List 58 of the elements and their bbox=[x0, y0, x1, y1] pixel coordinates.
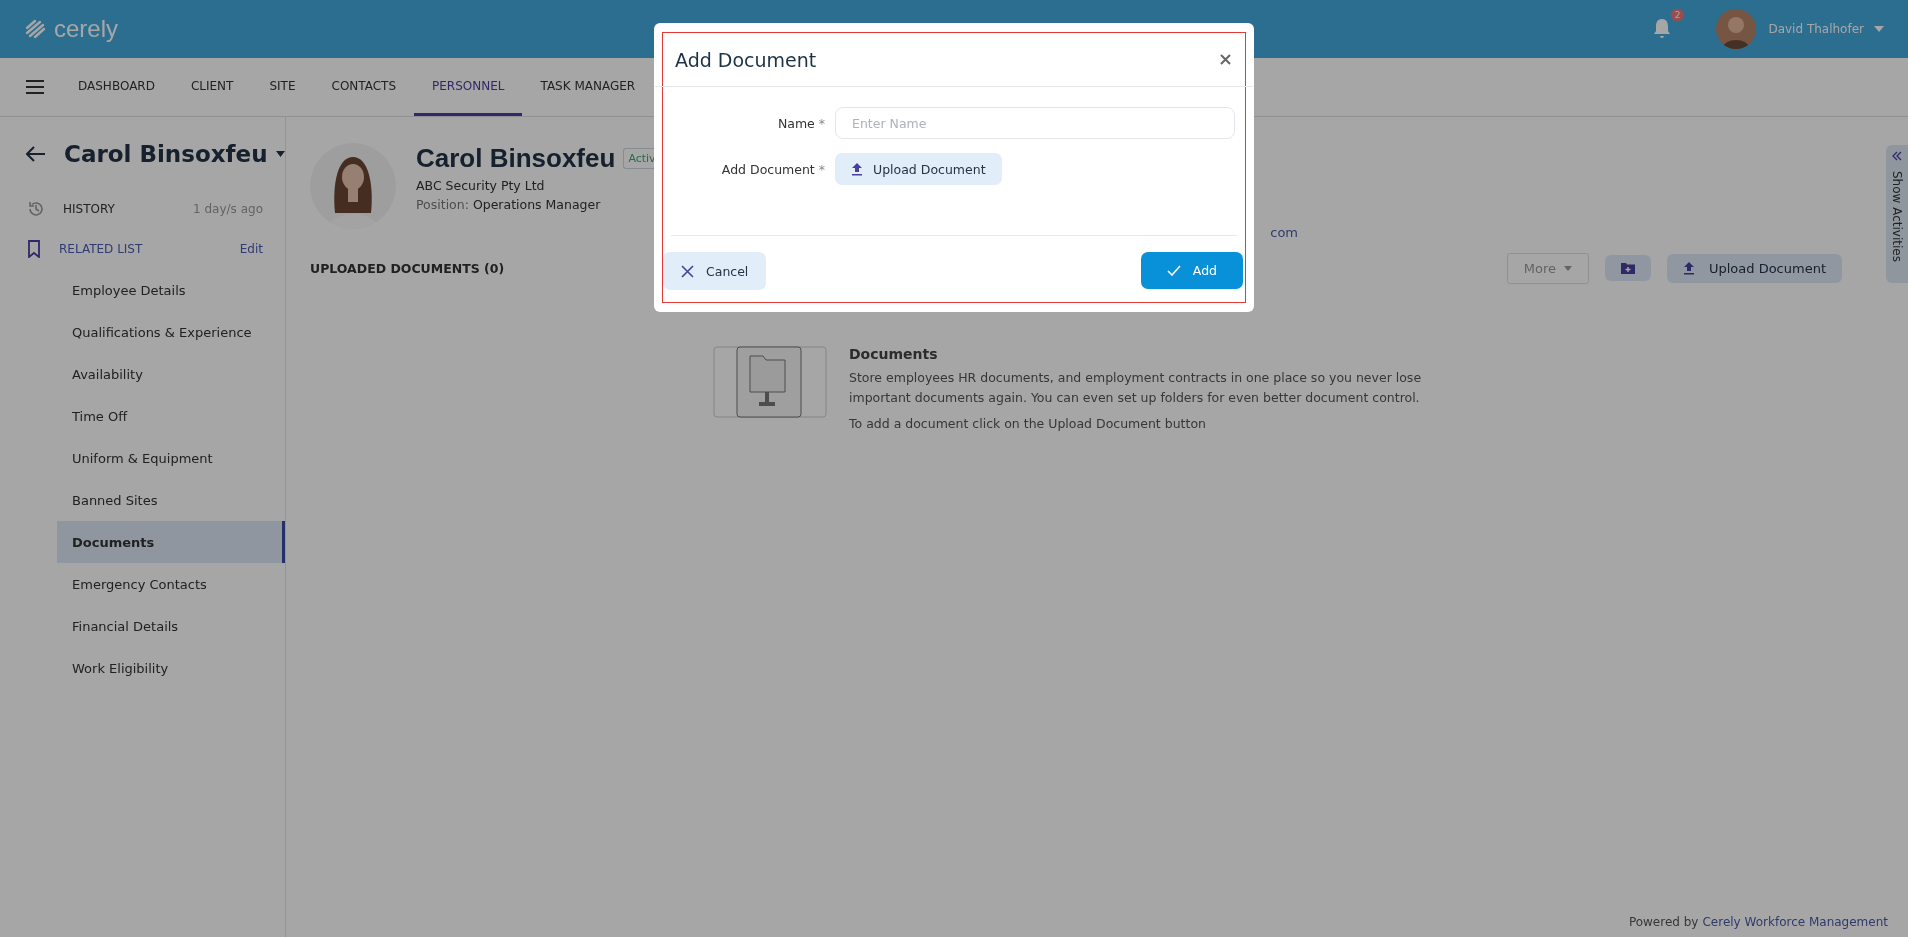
related-list-item[interactable]: Uniform & Equipment bbox=[57, 437, 285, 479]
empty-state-hint: To add a document click on the Upload Document button bbox=[849, 415, 1207, 433]
related-list-item[interactable]: Availability bbox=[57, 353, 285, 395]
footer-link[interactable]: Cerely Workforce Management bbox=[1702, 915, 1888, 929]
back-arrow-icon[interactable] bbox=[26, 146, 46, 162]
nav-tab[interactable]: SITE bbox=[251, 58, 314, 116]
field-label: Name * bbox=[776, 115, 825, 131]
empty-state-description: Store employees HR documents, and employment contracts in one place so you never lose important documents again. You can even set up folders for even better document control. bbox=[849, 369, 1423, 407]
related-list-item[interactable]: Emergency Contacts bbox=[57, 563, 285, 605]
show-activities-label: Show Activities bbox=[1890, 171, 1904, 262]
section-heading: UPLOADED DOCUMENTS (0) bbox=[310, 260, 505, 276]
upload-document-button[interactable]: Upload Document bbox=[1666, 253, 1842, 283]
name-field[interactable]: Enter Name bbox=[835, 107, 1235, 139]
nav-tab[interactable]: CLIENT bbox=[172, 58, 252, 116]
folder-plus-icon bbox=[1620, 262, 1635, 274]
contact-text: com bbox=[1270, 225, 1298, 240]
related-list-item[interactable]: Documents bbox=[57, 521, 285, 563]
related-list-label: RELATED LIST bbox=[59, 242, 144, 256]
related-list-item[interactable]: Time Off bbox=[57, 395, 285, 437]
caret-icon bbox=[1563, 265, 1572, 271]
nav-tab[interactable]: CONTACTS bbox=[313, 58, 415, 116]
upload-icon bbox=[1682, 261, 1695, 275]
logo-icon bbox=[24, 19, 48, 39]
profile-name: Carol Binsoxfeu bbox=[416, 143, 616, 174]
check-icon bbox=[1166, 265, 1181, 276]
related-list-item[interactable]: Financial Details bbox=[57, 605, 285, 647]
field-label: Add Document * bbox=[720, 161, 825, 177]
upload-document-button[interactable]: Upload Document bbox=[835, 153, 1002, 185]
related-list-item[interactable]: Banned Sites bbox=[57, 479, 285, 521]
related-list-item[interactable]: Qualifications & Experience bbox=[57, 311, 285, 353]
add-button[interactable]: Add bbox=[1140, 252, 1243, 289]
new-folder-button[interactable] bbox=[1604, 255, 1651, 281]
history-icon bbox=[27, 200, 45, 218]
history-label[interactable]: HISTORY bbox=[63, 202, 176, 216]
show-activities-tab[interactable]: Show Activities bbox=[1886, 145, 1908, 283]
bookmark-icon bbox=[27, 240, 41, 258]
position-text: Position: Operations Manager bbox=[416, 197, 602, 212]
close-icon bbox=[681, 264, 694, 278]
history-time: 1 day/s ago bbox=[193, 202, 263, 216]
double-chevron-icon bbox=[1892, 151, 1902, 161]
notification-count: 2 bbox=[1670, 9, 1685, 21]
company-name: ABC Security Pty Ltd bbox=[416, 178, 546, 193]
logo-text: cerely bbox=[54, 15, 119, 43]
empty-state-title: Documents bbox=[849, 346, 939, 362]
cancel-button[interactable]: Cancel bbox=[663, 252, 767, 290]
dialog-title: Add Document bbox=[675, 48, 817, 71]
nav-tab[interactable]: TASK MANAGER bbox=[522, 58, 654, 116]
edit-link[interactable]: Edit bbox=[239, 242, 263, 256]
related-list-item[interactable]: Employee Details bbox=[57, 269, 285, 311]
employee-name: Carol Binsoxfeu bbox=[64, 141, 268, 167]
nav-tab[interactable]: PERSONNEL bbox=[414, 58, 523, 116]
close-button[interactable] bbox=[1220, 54, 1231, 65]
menu-icon[interactable] bbox=[26, 80, 44, 94]
upload-icon bbox=[851, 162, 863, 176]
nav-tab[interactable]: DASHBOARD bbox=[60, 58, 173, 116]
footer-text: Powered by bbox=[1628, 915, 1699, 929]
related-list-item[interactable]: Work Eligibility bbox=[57, 647, 285, 689]
caret-icon[interactable] bbox=[275, 151, 285, 157]
